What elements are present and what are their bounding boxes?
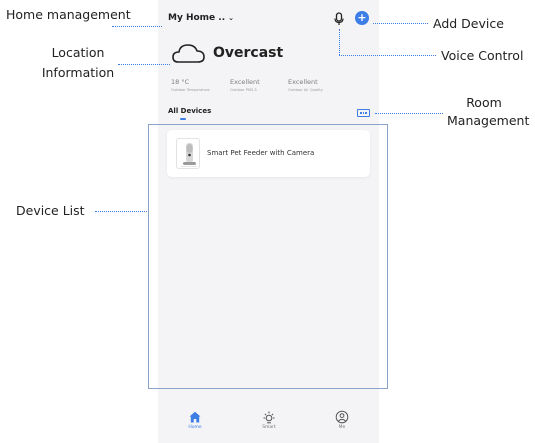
home-name: My Home .. — [168, 13, 226, 23]
annotation-room-1: Room — [466, 95, 502, 110]
annotation-location-1: Location — [51, 45, 105, 60]
leader-voice-vertical — [339, 29, 340, 55]
metric-pm25: Excellent Outdoor PM2.5 — [230, 78, 260, 93]
metric-value: 18 °C — [171, 78, 190, 86]
tab-all-devices[interactable]: All Devices — [168, 107, 211, 115]
tab-smart[interactable]: Smart — [249, 410, 289, 432]
annotation-room-2: Management — [447, 113, 530, 128]
cloud-icon — [172, 44, 205, 63]
tab-label: Me — [338, 425, 346, 430]
sun-icon — [263, 411, 275, 424]
home-icon — [189, 411, 201, 423]
home-selector[interactable]: My Home .. ⌄ — [168, 13, 234, 23]
leader-device-list — [95, 211, 147, 212]
tab-me[interactable]: Me — [322, 410, 362, 432]
metric-temperature: 18 °C Outdoor Temperature — [171, 78, 210, 93]
annotation-home-management: Home management — [6, 7, 131, 22]
metric-label: Outdoor PM2.5 — [230, 88, 257, 92]
active-tab-indicator — [180, 118, 186, 120]
annotation-device-list: Device List — [16, 203, 85, 218]
leader-location — [118, 64, 170, 65]
annotation-voice-control: Voice Control — [441, 48, 524, 63]
metric-label: Outdoor Temperature — [171, 88, 210, 92]
room-management-button[interactable] — [357, 109, 370, 117]
metric-value: Excellent — [230, 78, 260, 86]
add-device-button[interactable]: + — [355, 11, 369, 25]
tab-label: Home — [188, 425, 202, 430]
leader-home — [112, 26, 162, 27]
annotation-add-device: Add Device — [433, 16, 504, 31]
metric-value: Excellent — [288, 78, 318, 86]
metric-label: Outdoor Air Quality — [288, 88, 323, 92]
microphone-icon[interactable] — [333, 12, 345, 26]
leader-room — [375, 113, 443, 114]
annotation-location-2: Information — [41, 65, 115, 80]
annotated-screenshot: My Home .. ⌄ + Overcast 18 °C Outdoor Te… — [0, 0, 535, 443]
device-list-frame — [148, 124, 388, 389]
metric-air-quality: Excellent Outdoor Air Quality — [288, 78, 323, 93]
profile-icon — [335, 410, 349, 424]
tab-home[interactable]: Home — [175, 410, 215, 432]
chevron-down-icon: ⌄ — [228, 14, 234, 22]
tab-label: Smart — [262, 425, 276, 430]
leader-add-device — [373, 23, 428, 24]
bottom-tab-bar: Home Smart Me — [158, 410, 379, 443]
weather-condition: Overcast — [213, 45, 284, 61]
leader-voice-control — [339, 55, 436, 56]
